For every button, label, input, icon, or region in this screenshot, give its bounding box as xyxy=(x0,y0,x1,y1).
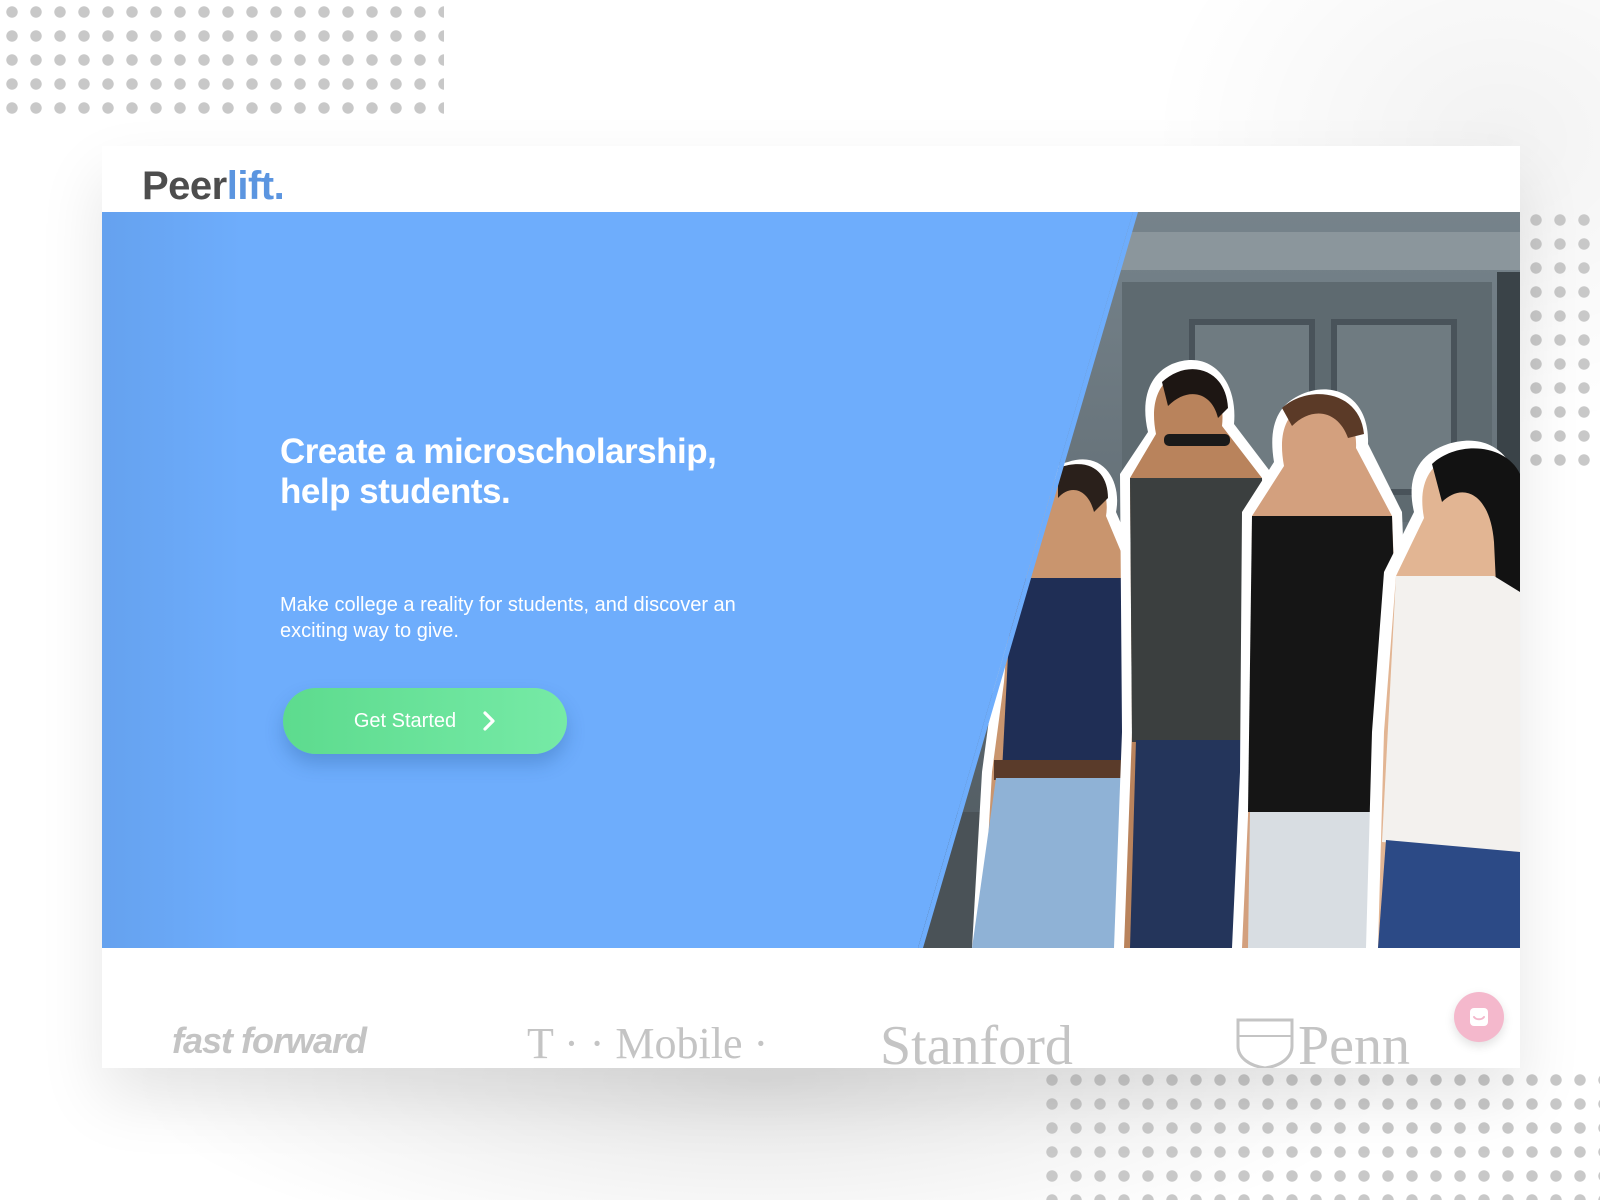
subtext-line-1: Make college a reality for students, and… xyxy=(280,594,736,616)
hero-headline: Create a microscholarship, help students… xyxy=(280,432,800,512)
partner-logo-penn: Penn xyxy=(1298,1015,1410,1068)
hero-section: Create a microscholarship, help students… xyxy=(102,212,1520,948)
headline-line-1: Create a microscholarship, xyxy=(280,432,717,471)
partner-logo-t-mobile: T · · Mobile · xyxy=(527,1019,769,1068)
chevron-right-icon xyxy=(483,711,495,731)
logo[interactable]: Peerlift. xyxy=(142,156,285,216)
chat-launcher-button[interactable] xyxy=(1454,992,1504,1042)
get-started-label: Get Started xyxy=(353,709,457,732)
partner-logos: fast forward T · · Mobile · Stanford Pen… xyxy=(102,1008,1520,1068)
penn-shield-icon xyxy=(1236,1018,1294,1068)
dot-pattern-top-left xyxy=(0,0,444,124)
hero-subtext: Make college a reality for students, and… xyxy=(280,592,800,644)
logo-peer: Peer xyxy=(142,164,227,208)
subtext-line-2: exciting way to give. xyxy=(280,620,459,642)
partner-logo-stanford: Stanford xyxy=(880,1015,1073,1068)
logo-lift: lift. xyxy=(226,164,285,208)
dot-pattern-bottom-right xyxy=(1040,1068,1600,1200)
landing-page-card: Peerlift. Create a microscholarship, hel… xyxy=(102,146,1520,1068)
group-of-students-photo xyxy=(918,212,1520,948)
get-started-button[interactable]: Get Started xyxy=(283,688,567,754)
headline-line-2: help students. xyxy=(280,472,511,511)
partner-logo-fast-forward: fast forward xyxy=(172,1020,367,1061)
dot-pattern-right xyxy=(1524,208,1600,468)
chat-bubble-icon xyxy=(1470,1008,1488,1026)
